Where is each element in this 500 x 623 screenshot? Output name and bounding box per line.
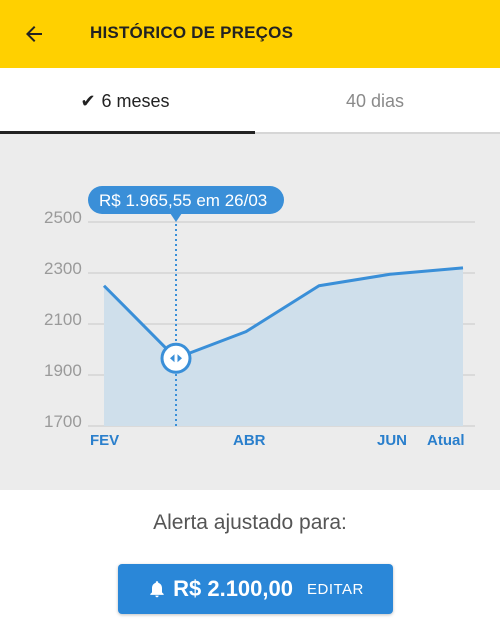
back-button[interactable] [14, 14, 54, 54]
page-title: HISTÓRICO DE PREÇOS [90, 23, 294, 42]
arrow-left-icon [26, 26, 42, 42]
period-tabs: ✔ 6 meses 40 dias [0, 68, 500, 134]
x-tick-label: FEV [90, 432, 119, 449]
alert-price: R$ 2.100,00 [173, 576, 293, 601]
y-tick-label: 2300 [44, 259, 82, 278]
alert-label: Alerta ajustado para: [153, 511, 347, 534]
y-tick-label: 1700 [44, 412, 82, 431]
tab-40-dias[interactable]: 40 dias [250, 68, 500, 134]
tooltip-text: R$ 1.965,55 em 26/03 [99, 191, 267, 210]
bell-icon [150, 581, 164, 598]
edit-label: EDITAR [306, 580, 364, 598]
tab-label: 6 meses [101, 90, 170, 111]
y-tick-label: 2500 [44, 208, 82, 227]
y-tick-label: 1900 [44, 361, 82, 380]
drag-handle-icon[interactable] [160, 342, 192, 374]
y-tick-label: 2100 [44, 310, 82, 329]
tab-label: 40 dias [345, 90, 405, 111]
price-history-chart[interactable]: 1700 1900 2100 2300 2500 FEV ABR JUN Atual R$ 1.9… [0, 134, 500, 490]
tab-6-meses[interactable]: ✔ 6 meses [0, 68, 250, 134]
app-bar: HISTÓRICO DE PREÇOS [0, 0, 500, 68]
x-tick-label: Atual [427, 432, 465, 449]
x-tick-label: ABR [233, 432, 266, 449]
check-icon: ✔ [80, 90, 96, 111]
x-tick-label: JUN [377, 432, 407, 449]
chart-svg: 1700 1900 2100 2300 2500 FEV ABR JUN Atual R$ 1.9… [44, 186, 475, 449]
tooltip-pointer [170, 213, 182, 222]
edit-alert-button[interactable]: R$ 2.100,00 EDITAR [118, 564, 393, 614]
series-area [104, 267, 463, 426]
